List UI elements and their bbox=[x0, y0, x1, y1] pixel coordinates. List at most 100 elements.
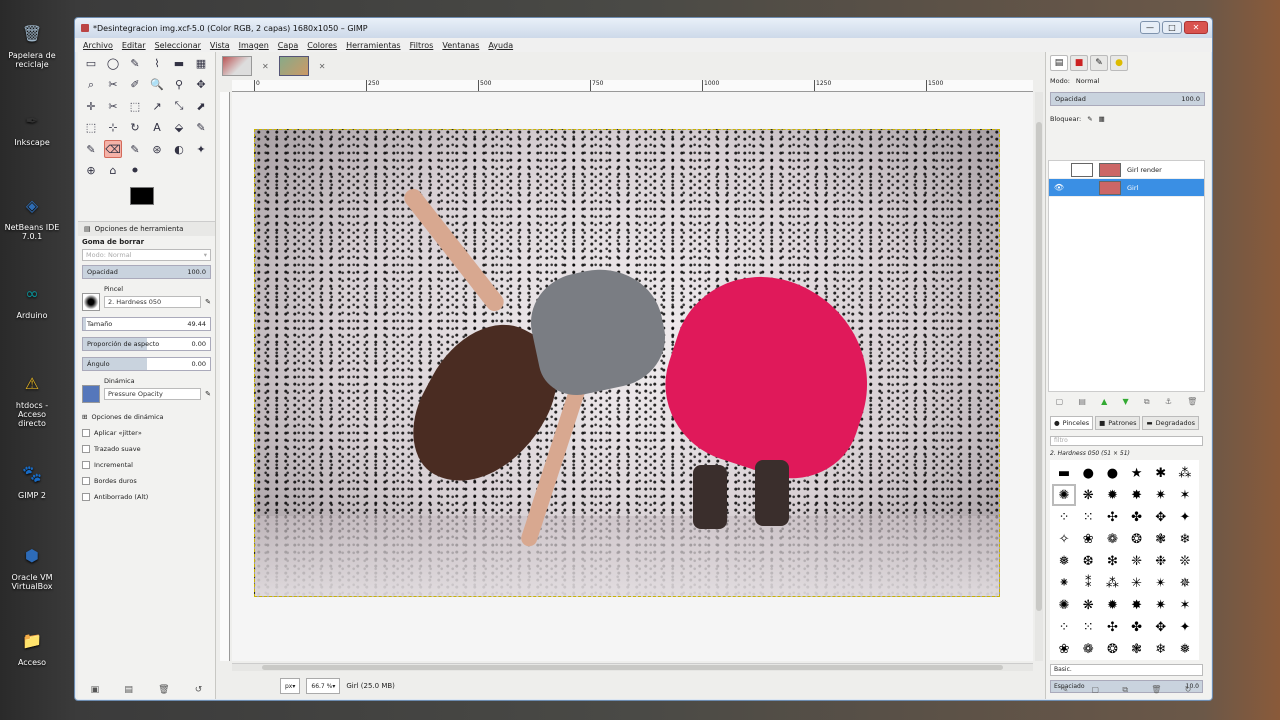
layer-row[interactable]: Girl render bbox=[1049, 161, 1204, 179]
brush-preview-icon[interactable]: ✤ bbox=[1124, 506, 1148, 528]
brush-preview-icon[interactable]: ❂ bbox=[1100, 638, 1124, 660]
brush-name-field[interactable]: 2. Hardness 050 bbox=[104, 296, 202, 308]
brush-preview-icon[interactable]: ✸ bbox=[1124, 594, 1148, 616]
brush-preview-icon[interactable]: ❁ bbox=[1076, 638, 1100, 660]
brush-preview-icon[interactable]: ❋ bbox=[1076, 484, 1100, 506]
brush-preview-icon[interactable]: ✴ bbox=[1149, 572, 1173, 594]
delete-options-icon[interactable]: 🗑 bbox=[158, 685, 169, 695]
brush-preview-icon[interactable]: ✥ bbox=[1149, 506, 1173, 528]
new-brush-icon[interactable]: ▢ bbox=[1092, 685, 1100, 695]
brush-preview-icon[interactable]: ❀ bbox=[1076, 528, 1100, 550]
close-icon[interactable]: ✕ bbox=[319, 62, 326, 71]
tool-icon[interactable]: ✎ bbox=[126, 140, 144, 158]
tool-icon[interactable]: ▦ bbox=[192, 54, 210, 72]
brush-preview-icon[interactable]: ❅ bbox=[1052, 550, 1076, 572]
delete-layer-icon[interactable]: 🗑 bbox=[1187, 397, 1197, 411]
menu-item[interactable]: Herramientas bbox=[346, 41, 401, 50]
restore-options-icon[interactable]: ▤ bbox=[124, 685, 133, 695]
paths-tab[interactable]: ✎ bbox=[1090, 55, 1108, 71]
brush-preview-icon[interactable]: ❂ bbox=[1124, 528, 1148, 550]
brush-preview-icon[interactable]: ✸ bbox=[1124, 484, 1148, 506]
brushes-panel-tab[interactable]: ● Pinceles bbox=[1050, 416, 1094, 430]
maximize-button[interactable]: □ bbox=[1162, 21, 1182, 34]
tool-icon[interactable]: ⬚ bbox=[82, 119, 100, 137]
option-checkbox[interactable]: Aplicar «jitter» bbox=[82, 425, 211, 441]
tool-icon[interactable]: ✐ bbox=[126, 76, 144, 94]
edit-dynamics-icon[interactable]: ✎ bbox=[205, 390, 211, 398]
brush-preview-icon[interactable]: ⁙ bbox=[1076, 506, 1100, 528]
desktop-shortcut[interactable]: ⚠ htdocs - Acceso directo bbox=[4, 368, 60, 428]
desktop-shortcut[interactable]: ⬢ Oracle VM VirtualBox bbox=[4, 540, 60, 591]
opacity-slider[interactable]: Opacidad 100.0 bbox=[82, 265, 211, 279]
desktop-shortcut[interactable]: ∞ Arduino bbox=[4, 278, 60, 320]
brush-preview-icon[interactable]: ❊ bbox=[1173, 550, 1197, 572]
undo-tab[interactable]: ● bbox=[1110, 55, 1128, 71]
tool-icon[interactable]: ▬ bbox=[170, 54, 188, 72]
lower-layer-icon[interactable]: ▼ bbox=[1122, 397, 1128, 411]
unit-select[interactable]: px ▾ bbox=[280, 678, 301, 694]
reset-options-icon[interactable]: ↺ bbox=[195, 685, 203, 695]
menu-item[interactable]: Imagen bbox=[239, 41, 269, 50]
brush-preview-icon[interactable]: ❃ bbox=[1124, 638, 1148, 660]
desktop-shortcut[interactable]: 🗑 Papelera de reciclaje bbox=[4, 18, 60, 69]
brush-preview-icon[interactable]: ✣ bbox=[1100, 506, 1124, 528]
desktop-shortcut[interactable]: ◈ NetBeans IDE 7.0.1 bbox=[4, 190, 60, 241]
brush-preview-icon[interactable]: ⁘ bbox=[1052, 616, 1076, 638]
zoom-select[interactable]: 66.7 % ▾ bbox=[306, 678, 341, 694]
color-selector[interactable] bbox=[78, 185, 215, 221]
brush-preview-icon[interactable]: ❀ bbox=[1052, 638, 1076, 660]
brush-preview-icon[interactable]: ❃ bbox=[1149, 528, 1173, 550]
brush-preview-icon[interactable]: ⁂ bbox=[1100, 572, 1124, 594]
tool-icon[interactable]: ◯ bbox=[104, 54, 122, 72]
title-bar[interactable]: *Desintegracion img.xcf-5.0 (Color RGB, … bbox=[75, 18, 1212, 38]
brush-preview-icon[interactable]: ✶ bbox=[1173, 594, 1197, 616]
brush-preview-icon[interactable]: ▬ bbox=[1052, 462, 1076, 484]
brush-preview-icon[interactable]: ❈ bbox=[1124, 550, 1148, 572]
brush-preview-icon[interactable]: ⁕ bbox=[1052, 572, 1076, 594]
brush-preview-icon[interactable]: ✤ bbox=[1124, 616, 1148, 638]
brush-preview-icon[interactable]: ❉ bbox=[1149, 550, 1173, 572]
image-tab-1[interactable] bbox=[222, 56, 252, 76]
tool-icon[interactable]: ⬙ bbox=[170, 119, 188, 137]
brush-preview-icon[interactable]: ⁑ bbox=[1076, 572, 1100, 594]
option-checkbox[interactable]: Trazado suave bbox=[82, 441, 211, 457]
tool-icon[interactable]: ◐ bbox=[170, 140, 188, 158]
desktop-shortcut[interactable]: ✒ Inkscape bbox=[4, 105, 60, 147]
tool-icon[interactable]: ⌫ bbox=[104, 140, 122, 158]
desktop-shortcut[interactable]: 📁 Acceso bbox=[4, 625, 60, 667]
brush-preview-icon[interactable]: ✣ bbox=[1100, 616, 1124, 638]
vertical-scrollbar[interactable] bbox=[1035, 92, 1043, 661]
menu-item[interactable]: Ayuda bbox=[488, 41, 513, 50]
brush-preview-icon[interactable]: ✵ bbox=[1173, 572, 1197, 594]
brush-preview-icon[interactable]: ✹ bbox=[1100, 594, 1124, 616]
tool-icon[interactable]: ✦ bbox=[192, 140, 210, 158]
dynamics-icon[interactable] bbox=[82, 385, 100, 403]
brush-preview-icon[interactable]: ⁂ bbox=[1173, 462, 1197, 484]
delete-brush-icon[interactable]: 🗑 bbox=[1151, 685, 1161, 695]
layer-mode-row[interactable]: Modo: Normal bbox=[1046, 74, 1211, 88]
brush-preview-icon[interactable]: ❅ bbox=[1173, 638, 1197, 660]
minimize-button[interactable]: — bbox=[1140, 21, 1160, 34]
brush-preview-icon[interactable]: ✱ bbox=[1149, 462, 1173, 484]
menu-item[interactable]: Seleccionar bbox=[155, 41, 201, 50]
brush-preview-icon[interactable]: ✧ bbox=[1052, 528, 1076, 550]
horizontal-scrollbar[interactable] bbox=[232, 663, 1033, 671]
menu-item[interactable]: Vista bbox=[210, 41, 230, 50]
duplicate-layer-icon[interactable]: ⧉ bbox=[1144, 397, 1150, 411]
tool-icon[interactable]: ✂ bbox=[104, 76, 122, 94]
dynamics-field[interactable]: Pressure Opacity bbox=[104, 388, 202, 400]
tool-icon[interactable]: ✎ bbox=[82, 140, 100, 158]
brush-preview-icon[interactable]: ⁘ bbox=[1052, 506, 1076, 528]
tool-icon[interactable]: ✂ bbox=[104, 97, 122, 115]
eye-icon[interactable]: 👁 bbox=[1053, 183, 1065, 192]
brush-preview-icon[interactable]: ❄ bbox=[1149, 638, 1173, 660]
tool-icon[interactable]: ✎ bbox=[126, 54, 144, 72]
checkbox[interactable] bbox=[82, 493, 90, 501]
foreground-color-swatch[interactable] bbox=[130, 187, 154, 205]
brush-preview-icon[interactable]: ❆ bbox=[1076, 550, 1100, 572]
layer-opacity-slider[interactable]: Opacidad 100.0 bbox=[1050, 92, 1205, 106]
layer-row[interactable]: 👁 Girl bbox=[1049, 179, 1204, 197]
angle-slider[interactable]: Ángulo 0.00 bbox=[82, 357, 211, 371]
tool-icon[interactable]: ▭ bbox=[82, 54, 100, 72]
raise-layer-icon[interactable]: ▲ bbox=[1101, 397, 1107, 411]
